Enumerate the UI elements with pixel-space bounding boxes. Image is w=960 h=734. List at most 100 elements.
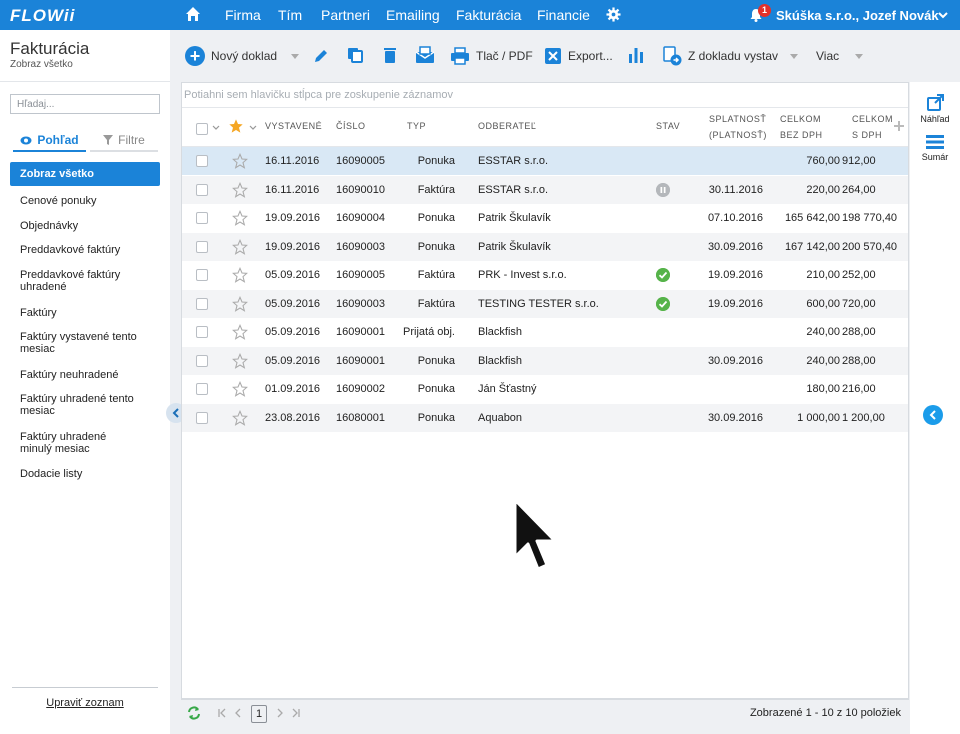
nav-fakturacia[interactable]: Fakturácia [456,7,521,23]
star-outline-icon[interactable] [232,324,248,340]
row-checkbox[interactable] [196,269,208,281]
select-all-checkbox[interactable] [196,123,208,135]
star-outline-icon[interactable] [232,238,248,255]
sidebar-item-zobraz-vsetko[interactable]: Zobraz všetko [10,162,160,186]
row-checkbox[interactable] [196,155,208,167]
table-row[interactable]: 05.09.2016 16090005 Faktúra PRK - Invest s.… [182,261,908,289]
col-header-type[interactable]: TYP [407,118,426,134]
sidebar-item-preddavkove-faktury[interactable]: Preddavkové faktúry [10,244,160,256]
new-document-button[interactable]: + Nový doklad [185,44,300,68]
nav-partneri[interactable]: Partneri [321,7,370,23]
preview-button[interactable]: Náhľad [910,94,960,124]
copy-icon[interactable] [346,46,364,64]
sidebar-item-faktury-vystavene-tento-mesiac[interactable]: Faktúry vystavené tento mesiac [10,331,140,355]
add-column-icon[interactable] [893,120,905,132]
star-outline-icon[interactable] [232,267,248,283]
col-header-status[interactable]: STAV [656,118,680,134]
sidebar-item-faktury[interactable]: Faktúry [10,307,160,319]
chevron-down-icon[interactable] [938,11,948,19]
col-header-total-gross[interactable]: CELKOM S DPH [852,111,893,143]
star-outline-icon[interactable] [232,409,248,426]
cell-type: Faktúra [417,297,455,310]
last-page-icon[interactable] [291,708,301,718]
nav-firma[interactable]: Firma [225,7,261,23]
cell-total-gross: 252,00 [842,269,876,281]
nav-tim[interactable]: Tím [278,7,302,23]
row-checkbox[interactable] [196,183,208,196]
summary-button[interactable]: Sumár [910,134,960,162]
issue-from-document-button[interactable]: Z dokladu vystav [662,44,799,68]
home-icon[interactable] [185,6,201,22]
sidebar-item-objednavky[interactable]: Objednávky [10,220,160,232]
sidebar-item-cenove-ponuky[interactable]: Cenové ponuky [10,195,160,207]
star-outline-icon[interactable] [232,181,248,198]
table-row[interactable]: 01.09.2016 16090002 Ponuka Ján Šťastný 180,0… [182,375,908,403]
sidebar-item-faktury-neuhradene[interactable]: Faktúry neuhradené [10,369,160,381]
table-row[interactable]: 05.09.2016 16090003 Faktúra TESTING TESTER … [182,289,908,318]
more-button[interactable]: Viac [816,44,864,68]
star-outline-icon[interactable] [232,381,248,397]
star-outline-icon[interactable] [232,295,248,312]
row-checkbox[interactable] [196,297,208,310]
row-checkbox[interactable] [196,383,208,395]
table-row[interactable]: 19.09.2016 16090004 Ponuka Patrik Škulavík 0… [182,204,908,232]
expand-right-panel-button[interactable] [923,405,943,425]
user-menu[interactable]: Skúška s.r.o., Jozef Novák [776,8,939,23]
cell-customer: Patrik Škulavík [478,240,551,253]
cell-number: 16090002 [336,383,385,395]
table-row[interactable]: 23.08.2016 16080001 Ponuka Aquabon 30.09.201… [182,403,908,432]
row-checkbox[interactable] [196,240,208,253]
col-header-issued[interactable]: VYSTAVENÉ [265,118,322,134]
tab-filter[interactable]: Filtre [90,130,158,152]
sidebar-item-faktury-uhradene-tento-mesiac[interactable]: Faktúry uhradené tento mesiac [10,393,140,417]
caret-down-icon [790,53,799,59]
nav-financie[interactable]: Financie [537,7,590,23]
row-checkbox[interactable] [196,354,208,367]
print-pdf-button[interactable]: Tlač / PDF [450,44,533,68]
col-header-total-net[interactable]: CELKOM BEZ DPH [780,111,823,143]
star-outline-icon[interactable] [232,153,248,169]
sidebar-item-preddavkove-faktury-uhradene[interactable]: Preddavkové faktúry uhradené [10,269,140,293]
pencil-icon[interactable] [312,47,330,65]
cell-type: Ponuka [417,212,455,224]
bar-chart-icon[interactable] [627,46,645,64]
star-filled-icon[interactable] [228,118,244,134]
col-header-number[interactable]: ČÍSLO [336,118,366,134]
table-row[interactable]: 16.11.2016 16090010 Faktúra ESSTAR s.r.o. 30… [182,175,908,204]
next-page-icon[interactable] [275,708,285,718]
table-row[interactable]: 05.09.2016 16090001 Ponuka Blackfish 30.09.2… [182,346,908,375]
trash-icon[interactable] [382,46,398,64]
toolbar: + Nový doklad Tlač / PDF Export... Z dok… [170,30,908,82]
sidebar-item-dodacie-listy[interactable]: Dodacie listy [10,468,160,480]
refresh-icon[interactable] [187,706,201,720]
cell-issued: 01.09.2016 [265,383,321,395]
edit-list-link[interactable]: Upraviť zoznam [0,697,170,709]
flowii-logo[interactable]: FLOWii [10,6,75,26]
star-outline-icon[interactable] [232,352,248,369]
table-row[interactable]: 16.11.2016 16090005 Ponuka ESSTAR s.r.o. 760… [182,147,908,175]
export-button[interactable]: Export... [544,44,613,68]
search-input[interactable] [10,94,160,114]
current-page[interactable]: 1 [251,705,267,723]
table-row[interactable]: 19.09.2016 16090003 Ponuka Patrik Škulavík 3… [182,232,908,261]
email-icon[interactable] [415,46,435,64]
sidebar-item-faktury-uhradene-minuly-mesiac[interactable]: Faktúry uhradené minulý mesiac [10,431,140,455]
first-page-icon[interactable] [217,708,227,718]
chevron-down-icon[interactable] [212,125,220,130]
col-header-customer[interactable]: ODBERATEĽ [478,118,536,134]
star-outline-icon[interactable] [232,210,248,226]
col-header-due[interactable]: SPLATNOSŤ (PLATNOSŤ) [709,111,767,143]
document-convert-icon [663,46,682,66]
row-checkbox[interactable] [196,411,208,424]
nav-emailing[interactable]: Emailing [386,7,440,23]
col-header-net-line2: BEZ DPH [780,130,823,140]
gear-icon[interactable] [606,7,621,22]
cell-total-net: 180,00 [806,383,840,395]
row-checkbox[interactable] [196,326,208,338]
chevron-down-icon[interactable] [249,125,257,130]
tab-view[interactable]: Pohľad [13,130,86,152]
table-row[interactable]: 05.09.2016 16090001 Prijatá obj. Blackfish 2… [182,318,908,346]
previous-page-icon[interactable] [233,708,243,718]
row-checkbox[interactable] [196,212,208,224]
cell-type: Prijatá obj. [403,326,455,338]
